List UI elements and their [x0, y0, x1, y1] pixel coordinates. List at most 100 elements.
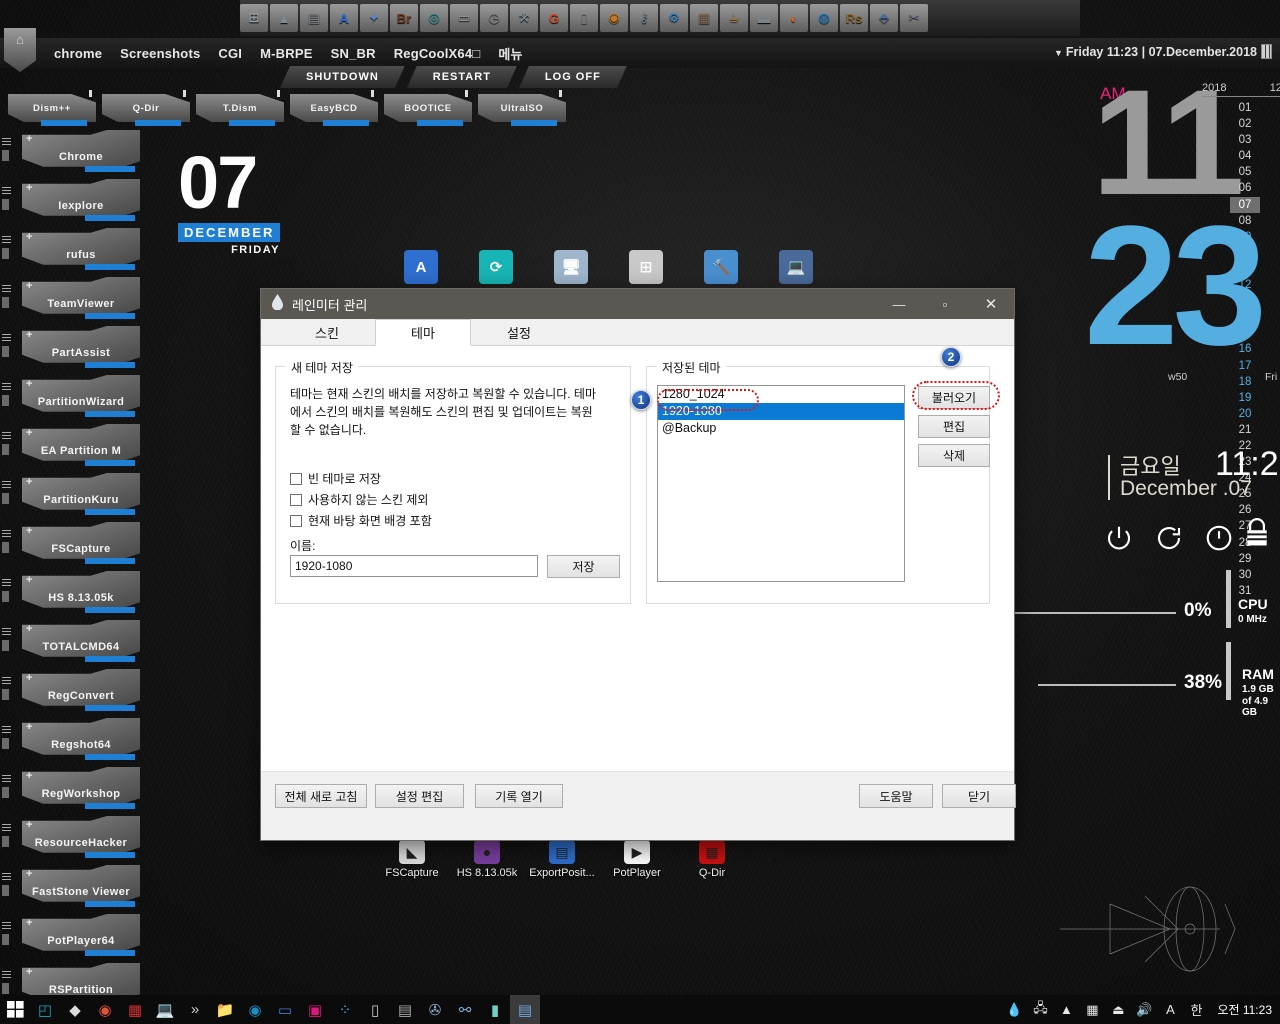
plus-icon[interactable]: +: [26, 672, 32, 684]
desktop-icon-qdir-icon[interactable]: ▦ Q-Dir: [676, 840, 748, 879]
theme-list-item-2[interactable]: @Backup: [658, 420, 904, 437]
menu-item-snbr[interactable]: SN_BR: [331, 46, 376, 61]
taskbar-window-blue-icon[interactable]: ▭: [270, 995, 300, 1024]
sidebar-item-regconvert[interactable]: RegConvert +: [0, 667, 150, 716]
windows-start-icon[interactable]: [0, 995, 30, 1024]
tray-network-tray-icon[interactable]: 🖧: [1027, 995, 1053, 1024]
photo-icon[interactable]: ▤: [300, 4, 328, 32]
bridge-icon[interactable]: Br: [390, 4, 418, 32]
plus-icon[interactable]: +: [26, 133, 32, 145]
tray-clock[interactable]: 오전 11:23: [1217, 1001, 1272, 1018]
taskbar-net-icon[interactable]: ⚯: [450, 995, 480, 1024]
menu-item-screenshots[interactable]: Screenshots: [120, 46, 200, 61]
taskbar-teal-stack-icon[interactable]: ◰: [30, 995, 60, 1024]
plus-icon[interactable]: +: [26, 917, 32, 929]
teal-ring-icon[interactable]: ◎: [420, 4, 448, 32]
orange-orb-icon[interactable]: ◉: [600, 4, 628, 32]
tray-ime-tray-icon[interactable]: 한: [1183, 995, 1209, 1024]
taskbar-folder-icon[interactable]: 📁: [210, 995, 240, 1024]
plus-icon[interactable]: +: [26, 182, 32, 194]
theme-list[interactable]: 1280_1024 1920-1080 @Backup: [657, 385, 905, 582]
launcher-tab-easybcd[interactable]: EasyBCD: [290, 90, 378, 126]
menu-item-menu[interactable]: 메뉴: [498, 44, 522, 63]
menu-item-mbrpe[interactable]: M-BRPE: [260, 46, 312, 61]
tray-rainmeter-tray-icon[interactable]: 💧: [1001, 995, 1027, 1024]
desktop-icon-windows-update-icon[interactable]: ⊞: [610, 250, 682, 284]
sidebar-item-regshot64[interactable]: Regshot64 +: [0, 716, 150, 765]
desktop-icon-laptop-gear-icon[interactable]: 💻: [760, 250, 832, 284]
launcher-tab-ultraiso[interactable]: UltraISO: [478, 90, 566, 126]
sleep-icon[interactable]: [1204, 523, 1234, 558]
edit-theme-button[interactable]: 편집: [918, 415, 990, 438]
sidebar-item-partitionkuru[interactable]: PartitionKuru +: [0, 471, 150, 520]
theme-list-item-0[interactable]: 1280_1024: [658, 386, 904, 403]
logoff-button[interactable]: LOG OFF: [519, 66, 627, 88]
taskbar-pink-monitor-icon[interactable]: ▣: [300, 995, 330, 1024]
restart-icon[interactable]: [1154, 523, 1184, 558]
close-dialog-button[interactable]: 닫기: [942, 784, 1016, 808]
sidebar-item-partassist[interactable]: PartAssist +: [0, 324, 150, 373]
plus-icon[interactable]: +: [26, 280, 32, 292]
sidebar-item-teamviewer[interactable]: TeamViewer +: [0, 275, 150, 324]
theme-list-selected-item[interactable]: 1920-1080: [658, 403, 904, 420]
taskbar-rainmeter-icon[interactable]: ◉: [240, 995, 270, 1024]
coffee-icon[interactable]: ☕: [720, 4, 748, 32]
sidebar-item-rufus[interactable]: rufus +: [0, 226, 150, 275]
menu-item-regcool[interactable]: RegCoolX64□: [394, 46, 481, 61]
sidebar-item-fscapture[interactable]: FSCapture +: [0, 520, 150, 569]
power-icon[interactable]: [1104, 523, 1134, 558]
desktop-icon-fscapture-icon[interactable]: ◣ FSCapture: [376, 840, 448, 879]
plus-icon[interactable]: +: [26, 770, 32, 782]
sidebar-item-regworkshop[interactable]: RegWorkshop +: [0, 765, 150, 814]
tab-theme[interactable]: 테마: [375, 319, 471, 346]
theme-name-input[interactable]: [290, 555, 538, 577]
plus-icon[interactable]: +: [26, 574, 32, 586]
launcher-tab-q-dir[interactable]: Q-Dir: [102, 90, 190, 126]
sidebar-item-partitionwizard[interactable]: PartitionWizard +: [0, 373, 150, 422]
refresh-all-button[interactable]: 전체 새로 고침: [275, 784, 367, 808]
sidebar-item-potplayer64[interactable]: PotPlayer64 +: [0, 912, 150, 961]
taskbar-usb-drive-icon[interactable]: ▯: [360, 995, 390, 1024]
firefox-icon[interactable]: ◐: [780, 4, 808, 32]
taskbar-hdd-icon[interactable]: ▤: [390, 995, 420, 1024]
checkbox-exclude-unused[interactable]: 사용하지 않는 스킨 제외: [290, 491, 428, 508]
menu-item-cgi[interactable]: CGI: [218, 46, 242, 61]
plus-icon[interactable]: +: [26, 966, 32, 978]
tray-volume-tray-icon[interactable]: 🔊: [1131, 995, 1157, 1024]
blue-tool-icon[interactable]: ✦: [360, 4, 388, 32]
taskbar-dots-icon[interactable]: ⁘: [330, 995, 360, 1024]
notepad-icon[interactable]: ▯: [570, 4, 598, 32]
open-log-button[interactable]: 기록 열기: [475, 784, 563, 808]
desktop-icon-sync-icon[interactable]: ⟳: [460, 250, 532, 284]
tab-settings[interactable]: 설정: [471, 319, 567, 345]
drive-icon[interactable]: ▭: [450, 4, 478, 32]
launcher-tab-t-dism[interactable]: T.Dism: [196, 90, 284, 126]
sidebar-item-resourcehacker[interactable]: ResourceHacker +: [0, 814, 150, 863]
edit-settings-button[interactable]: 설정 편집: [375, 784, 464, 808]
launcher-tab-dism-[interactable]: Dism++: [8, 90, 96, 126]
plus-icon[interactable]: +: [26, 525, 32, 537]
checkbox-box[interactable]: [290, 472, 302, 485]
desktop-icon-exportposition-icon[interactable]: ▤ ExportPosit...: [526, 840, 598, 879]
save-theme-button[interactable]: 저장: [547, 555, 620, 578]
shutdown-button[interactable]: SHUTDOWN: [280, 66, 405, 88]
minimize-button[interactable]: —: [876, 289, 922, 319]
desktop-icon-hammer-icon[interactable]: 🔨: [685, 250, 757, 284]
sidebar-item-totalcmd64[interactable]: TOTALCMD64 +: [0, 618, 150, 667]
tray-color-tray-icon[interactable]: ▦: [1079, 995, 1105, 1024]
plus-icon[interactable]: +: [26, 427, 32, 439]
tray-usb-eject-tray-icon[interactable]: ⏏: [1105, 995, 1131, 1024]
text-red-icon[interactable]: ▦: [690, 4, 718, 32]
taskbar-tool-icon[interactable]: ✇: [420, 995, 450, 1024]
plus-icon[interactable]: +: [26, 721, 32, 733]
checkbox-box[interactable]: [290, 493, 302, 506]
close-button[interactable]: ✕: [968, 289, 1014, 319]
key-icon[interactable]: ⚷: [630, 4, 658, 32]
plus-icon[interactable]: +: [26, 476, 32, 488]
restart-button[interactable]: RESTART: [407, 66, 517, 88]
taskbar-chrome-icon[interactable]: ◉: [90, 995, 120, 1024]
checkbox-box[interactable]: [290, 514, 302, 527]
rs-icon[interactable]: Rs: [840, 4, 868, 32]
menu-item-chrome[interactable]: chrome: [54, 46, 102, 61]
green-triangle-icon[interactable]: ▲: [270, 4, 298, 32]
